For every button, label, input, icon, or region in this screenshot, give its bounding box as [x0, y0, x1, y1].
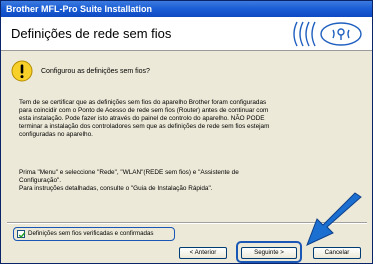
checkmark-icon [18, 232, 26, 239]
page-title: Definições de rede sem fios [11, 26, 172, 41]
confirm-checkbox-highlight: Definições sem fios verificadas e confir… [13, 227, 175, 241]
question-row: Configurou as definições sem fios? [1, 56, 372, 86]
warning-icon [11, 60, 33, 82]
back-button[interactable]: < Anterior [179, 247, 227, 259]
wireless-logo-icon [293, 21, 362, 47]
instructions-text: Prima "Menu" e seleccione "Rede", "WLAN"… [19, 169, 239, 192]
installer-window: Brother MFL-Pro Suite Installation Defin… [0, 0, 373, 264]
confirm-checkbox[interactable] [17, 230, 26, 239]
window-titlebar: Brother MFL-Pro Suite Installation [1, 1, 372, 17]
next-button[interactable]: Seguinte > [241, 247, 297, 259]
info-paragraph: Tem de se certificar que as definições s… [19, 99, 270, 138]
question-text: Configurou as definições sem fios? [41, 68, 150, 75]
confirm-checkbox-label[interactable]: Definições sem fios verificadas e confir… [28, 230, 154, 237]
page-header: Definições de rede sem fios [1, 17, 372, 51]
pointer-arrow-icon [306, 192, 362, 246]
